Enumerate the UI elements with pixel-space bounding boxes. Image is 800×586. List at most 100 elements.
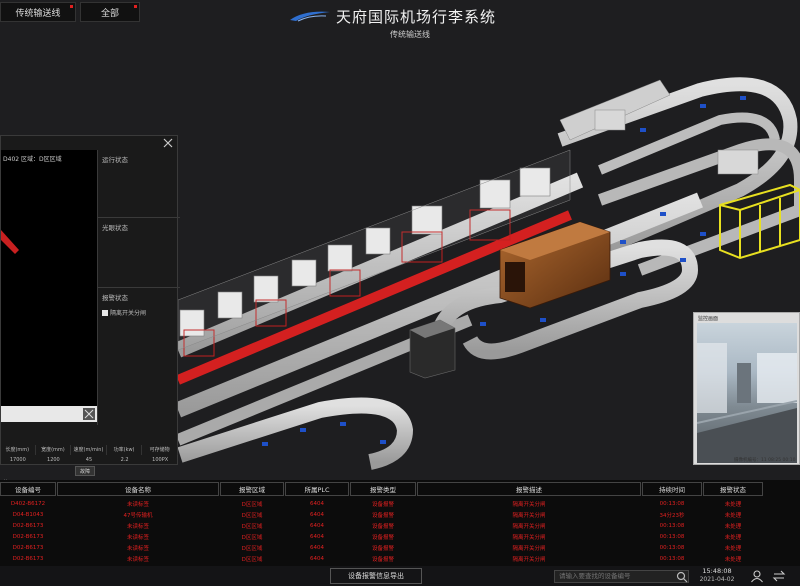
table-cell: 00:13:08 (659, 500, 685, 507)
device-search-input[interactable] (554, 570, 689, 583)
column-header[interactable]: 设备名称 (57, 482, 219, 496)
search-icon[interactable] (676, 571, 688, 583)
checkbox-box (102, 309, 108, 316)
baggage-system-screen: 传统输送线 全部 天府国际机场行李系统 传统输送线 D402 区域：D区区域 运… (0, 0, 800, 586)
column-header[interactable]: 报警状态 (703, 482, 763, 496)
device-model-shape (1, 230, 19, 254)
table-cell: 00:13:08 (659, 533, 685, 540)
table-cell: D区区域 (241, 556, 263, 563)
camera-feed-popup[interactable]: 监控画面 摄像机编号：11 08:25 00:10 (693, 312, 800, 465)
table-row[interactable]: D04-B1043 47号传输机 D区区域 6404 设备报警 隔离开关分闸 34分23秒 未… (0, 509, 800, 520)
table-cell: 未处理 (724, 534, 742, 541)
param-value: 1200 (47, 457, 60, 463)
table-cell: 隔离开关分闸 (512, 556, 546, 563)
table-row[interactable]: D402-B6172 未读标签 D区区域 6404 设备报警 隔离开关分闸 00:13:08… (0, 498, 800, 509)
table-cell: 未处理 (724, 512, 742, 519)
page-title: 天府国际机场行李系统 (336, 8, 497, 26)
status-sections: 运行状态 光眼状态 报警状态 隔离开关分闸 (97, 150, 180, 425)
table-cell: 未处理 (724, 523, 742, 530)
camera-caption: 摄像机编号：11 08:25 00:10 (734, 458, 796, 463)
camera-feed-image (697, 323, 797, 463)
table-cell: 隔离开关分闸 (512, 523, 546, 530)
table-cell: D区区域 (241, 523, 263, 530)
param-value: 100PX (152, 457, 169, 463)
column-header[interactable]: 报警描述 (417, 482, 641, 496)
title-block: 天府国际机场行李系统 传统输送线 (290, 4, 530, 40)
table-cell: 未读标签 (126, 545, 149, 552)
tab-label: 全部 (100, 8, 119, 19)
clock-date: 2021-04-02 (699, 576, 735, 583)
tab-conventional-conveyor[interactable]: 传统输送线 (0, 2, 76, 22)
param-header: 长度(mm) (0, 445, 36, 455)
running-status-section: 运行状态 (98, 150, 180, 218)
table-cell: D402-B6172 (10, 500, 46, 507)
table-cell: 00:13:08 (659, 555, 685, 562)
swap-icon[interactable] (772, 569, 786, 583)
table-row[interactable]: D02-B6173 未读标签 D区区域 6404 设备报警 隔离开关分闸 00:13:08 未… (0, 520, 800, 531)
close-icon[interactable] (163, 138, 173, 148)
param-header: 速度(m/min) (71, 445, 107, 455)
column-header[interactable]: 所属PLC (285, 482, 349, 496)
table-row[interactable]: D02-B6173 未读标签 D区区域 6404 设备报警 隔离开关分闸 00:13:08 未… (0, 542, 800, 553)
device-3d-preview[interactable]: D402 区域：D区区域 (1, 150, 97, 406)
control-cabinet[interactable] (409, 319, 456, 379)
fault-button[interactable]: 故障 (75, 466, 95, 476)
table-cell: 设备报警 (371, 545, 394, 552)
footer-bar: 设备报警信息导出 15:48:08 2021-04-02 (0, 566, 800, 586)
table-cell: 未处理 (724, 556, 742, 563)
table-cell: D02-B6173 (12, 544, 44, 551)
airport-logo-icon (290, 11, 330, 22)
param-value: 45 (85, 457, 93, 463)
param-value: 2.2 (120, 457, 129, 463)
export-report-button[interactable]: 设备报警信息导出 (330, 568, 422, 584)
table-cell: D区区域 (241, 545, 263, 552)
table-cell: 未读标签 (126, 501, 149, 508)
table-cell: 00:13:08 (659, 522, 685, 529)
param-headers: 长度(mm) 宽度(mm) 速度(m/min) 功率(kw) 可存储物 (0, 445, 178, 455)
table-cell: D区区域 (241, 501, 263, 508)
column-header[interactable]: 持续时间 (642, 482, 702, 496)
param-value: 17000 (9, 457, 26, 463)
table-cell: D02-B6173 (12, 533, 44, 540)
table-row[interactable]: D02-B6173 未读标签 D区区域 6404 设备报警 隔离开关分闸 00:13:08 未… (0, 553, 800, 564)
column-header[interactable]: 报警类型 (350, 482, 416, 496)
table-cell: D区区域 (241, 512, 263, 519)
table-cell: 未处理 (724, 545, 742, 552)
camera-title: 监控画面 (698, 316, 719, 322)
expand-icon[interactable] (83, 408, 95, 420)
column-header[interactable]: 报警区域 (220, 482, 284, 496)
photoeye-status-section: 光眼状态 (98, 218, 180, 288)
table-cell: D02-B6173 (12, 522, 44, 529)
table-cell: 设备报警 (371, 556, 394, 563)
table-cell: 6404 (310, 533, 324, 540)
table-cell: 设备报警 (371, 523, 394, 530)
section-label: 报警状态 (102, 294, 128, 302)
table-cell: D02-B6173 (12, 555, 44, 562)
clock-time: 15:48:08 (702, 567, 732, 575)
table-cell: 未读标签 (126, 523, 149, 530)
param-values: 17000 1200 45 2.2 100PX (0, 455, 178, 465)
alert-dot (134, 5, 137, 8)
table-cell: 隔离开关分闸 (512, 545, 546, 552)
device-name-bar (1, 406, 97, 422)
alert-dot (70, 5, 73, 8)
column-header[interactable]: 设备编号 (0, 482, 56, 496)
bottom-curve-conveyor (177, 397, 414, 470)
user-icon[interactable] (750, 569, 764, 583)
table-cell: D04-B1043 (12, 511, 44, 518)
device-detail-panel: D402 区域：D区区域 运行状态 光眼状态 报警状态 隔离开关分闸 故障 (0, 135, 180, 487)
section-label: 运行状态 (102, 156, 128, 164)
table-cell: 6404 (310, 522, 324, 529)
param-header: 宽度(mm) (36, 445, 72, 455)
isolation-switch-checkbox[interactable]: 隔离开关分闸 (102, 308, 146, 317)
table-row[interactable]: D02-B6173 未读标签 D区区域 6404 设备报警 隔离开关分闸 00:13:08 未… (0, 531, 800, 542)
table-cell: 设备报警 (371, 501, 394, 508)
table-cell: 设备报警 (371, 534, 394, 541)
table-cell: 未处理 (724, 501, 742, 508)
table-cell: 34分23秒 (659, 512, 685, 519)
param-header: 功率(kw) (107, 445, 143, 455)
page-subtitle: 传统输送线 (390, 30, 430, 39)
checkbox-label: 隔离开关分闸 (110, 310, 147, 317)
table-cell: 隔离开关分闸 (512, 501, 546, 508)
tab-all[interactable]: 全部 (80, 2, 140, 22)
